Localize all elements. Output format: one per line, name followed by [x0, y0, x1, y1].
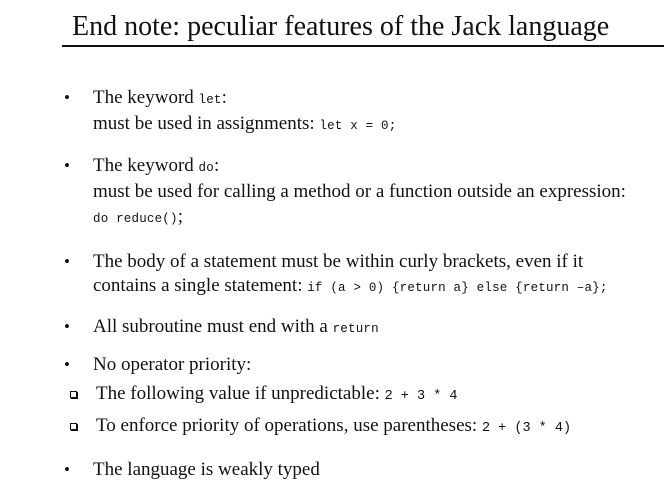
- bullet-dot: •: [64, 355, 70, 374]
- bullet-text: must be used in assignments:: [93, 113, 320, 134]
- bullet-text: The language is weakly typed: [93, 459, 320, 480]
- code-snippet: return: [332, 322, 379, 336]
- square-outline-icon: [70, 423, 77, 430]
- bullet-curly-brackets: • The body of a statement must be within…: [60, 250, 660, 300]
- bullet-text: No operator priority:: [93, 354, 252, 375]
- sub-bullet-parentheses: To enforce priority of operations, use p…: [60, 414, 660, 441]
- bullet-line: The body of a statement must be within c…: [93, 250, 660, 274]
- code-snippet: 2 + 3 * 4: [384, 389, 458, 404]
- bullet-line: must be used in assignments: let x = 0;: [93, 112, 660, 138]
- bullet-line: No operator priority:: [93, 353, 660, 377]
- bullet-dot: •: [64, 252, 70, 271]
- bullet-text: ;: [177, 206, 183, 227]
- slide-title: End note: peculiar features of the Jack …: [72, 11, 610, 42]
- bullet-line: must be used for calling a method or a f…: [93, 180, 660, 204]
- bullet-dot: •: [64, 460, 70, 479]
- sub-bullet-text: The following value if unpredictable:: [96, 383, 385, 404]
- bullet-operator-priority: • No operator priority:: [60, 353, 660, 377]
- bullet-text: The keyword: [93, 87, 199, 108]
- code-snippet: let x = 0;: [319, 119, 397, 133]
- bullet-line: The keyword do:: [93, 154, 660, 180]
- bullet-line: All subroutine must end with a return: [93, 315, 660, 341]
- bullet-text: The body of a statement must be within c…: [93, 251, 584, 272]
- bullet-text: The keyword: [93, 155, 199, 176]
- bullet-line: The keyword let:: [93, 86, 660, 112]
- bullet-line: do reduce();: [93, 204, 660, 232]
- bullet-line: contains a single statement: if (a > 0) …: [93, 274, 660, 300]
- code-snippet: let: [198, 93, 222, 107]
- sub-bullet-unpredictable: The following value if unpredictable: 2 …: [60, 382, 660, 409]
- bullet-do-keyword: • The keyword do: must be used for calli…: [60, 154, 660, 232]
- bullet-text: All subroutine must end with a: [93, 316, 333, 337]
- bullet-weakly-typed: • The language is weakly typed: [60, 458, 660, 482]
- bullet-return: • All subroutine must end with a return: [60, 315, 660, 341]
- bullet-let-keyword: • The keyword let: must be used in assig…: [60, 86, 660, 138]
- bullet-line: The language is weakly typed: [93, 458, 660, 482]
- bullet-text: :: [221, 87, 227, 108]
- bullet-dot: •: [64, 88, 70, 107]
- code-snippet: do: [198, 161, 214, 175]
- square-outline-icon: [70, 391, 77, 398]
- code-snippet: if (a > 0) {return a} else {return –a};: [307, 281, 608, 295]
- bullet-dot: •: [64, 156, 70, 175]
- title-underline: [62, 45, 664, 47]
- code-snippet: 2 + (3 * 4): [481, 421, 572, 436]
- bullet-text: contains a single statement:: [93, 275, 308, 296]
- bullet-list: • The keyword let: must be used in assig…: [60, 86, 660, 482]
- sub-bullet-text: To enforce priority of operations, use p…: [96, 415, 482, 436]
- code-snippet: do reduce(): [93, 212, 178, 226]
- bullet-text: must be used for calling a method or a f…: [93, 181, 626, 202]
- bullet-dot: •: [64, 317, 70, 336]
- bullet-text: :: [213, 155, 220, 176]
